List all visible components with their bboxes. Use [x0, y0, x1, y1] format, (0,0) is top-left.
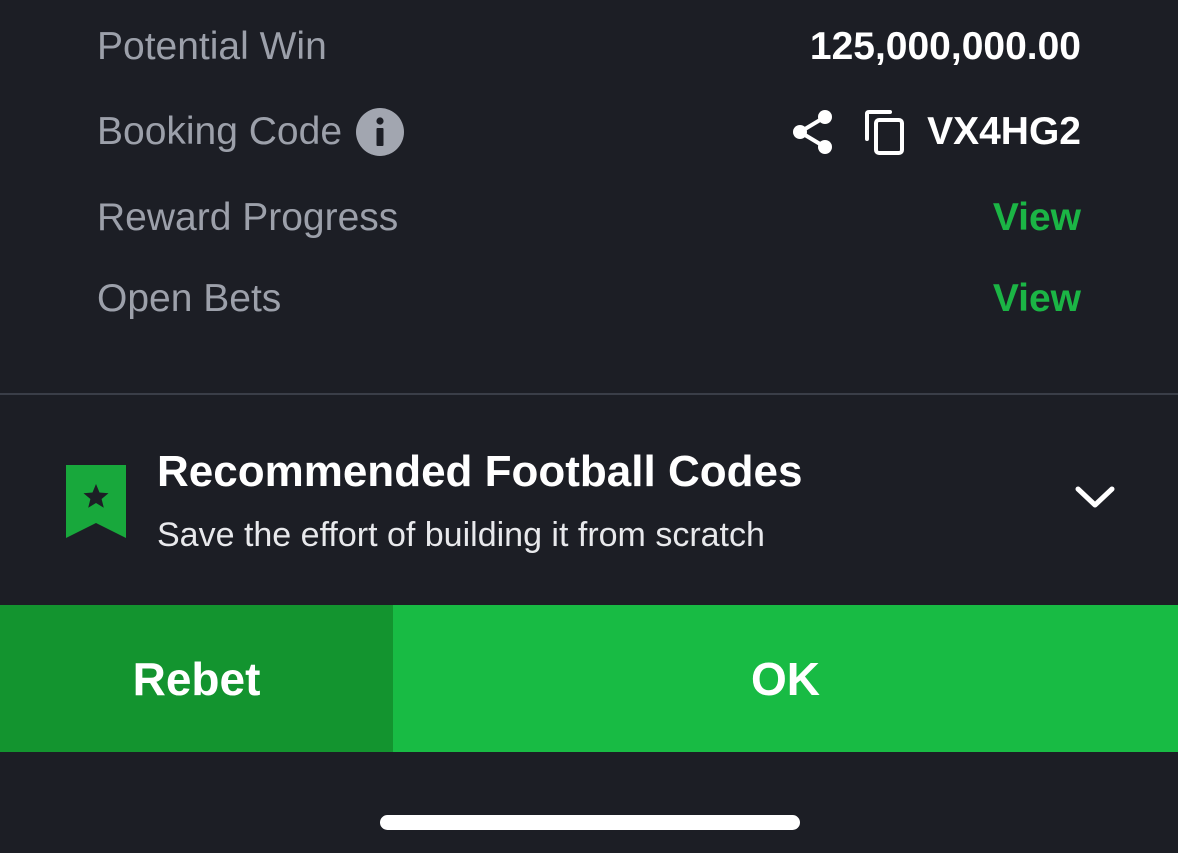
share-icon[interactable]	[791, 109, 835, 155]
bet-summary: Potential Win 125,000,000.00 Booking Cod…	[0, 0, 1178, 394]
reward-progress-row: Reward Progress View	[97, 188, 1081, 248]
recommended-codes-title: Recommended Football Codes	[157, 447, 803, 496]
action-bar: Rebet OK	[0, 605, 1178, 752]
booking-code-label-group: Booking Code	[97, 108, 405, 156]
bottom-safe-area	[0, 752, 1178, 853]
open-bets-row: Open Bets View	[97, 269, 1081, 329]
potential-win-value: 125,000,000.00	[809, 25, 1081, 68]
open-bets-label: Open Bets	[97, 277, 282, 320]
home-indicator[interactable]	[380, 815, 800, 830]
reward-progress-label: Reward Progress	[97, 196, 399, 239]
recommended-codes-panel[interactable]: Recommended Football Codes Save the effo…	[0, 395, 1178, 605]
ok-button[interactable]: OK	[393, 605, 1178, 752]
chevron-down-icon[interactable]	[1074, 485, 1116, 509]
booking-code-row: Booking Code VX4HG2	[97, 102, 1081, 162]
bookmark-star-icon	[66, 465, 126, 538]
booking-code-value-group: VX4HG2	[791, 109, 1081, 155]
potential-win-row: Potential Win 125,000,000.00	[97, 17, 1081, 77]
rebet-button[interactable]: Rebet	[0, 605, 393, 752]
recommended-codes-subtitle: Save the effort of building it from scra…	[157, 516, 765, 554]
open-bets-view-link[interactable]: View	[993, 277, 1081, 321]
booking-code-label: Booking Code	[97, 110, 343, 153]
potential-win-label: Potential Win	[97, 25, 327, 68]
reward-progress-view-link[interactable]: View	[993, 196, 1081, 240]
copy-icon[interactable]	[863, 109, 905, 155]
booking-code-value: VX4HG2	[927, 110, 1081, 153]
info-icon[interactable]	[356, 108, 405, 156]
